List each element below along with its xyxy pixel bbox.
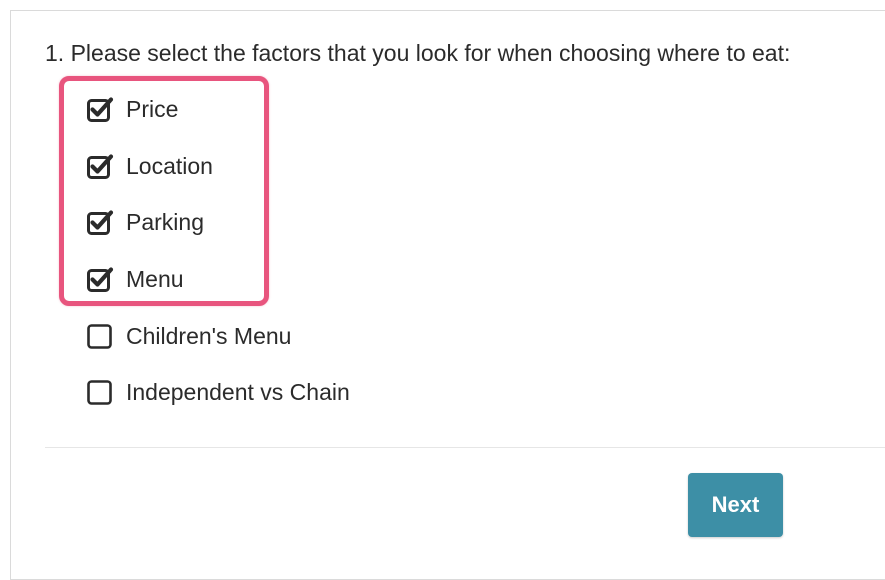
option-price[interactable]: Price [86, 90, 178, 128]
empty-square-icon[interactable] [86, 322, 114, 350]
option-label: Parking [126, 208, 204, 235]
option-label: Price [126, 95, 179, 122]
option-label: Independent vs Chain [126, 378, 350, 405]
checked-square-icon[interactable] [86, 152, 114, 180]
next-button[interactable]: Next [688, 473, 783, 537]
empty-square-icon[interactable] [86, 378, 114, 406]
checked-square-icon[interactable] [86, 208, 114, 236]
checked-square-icon[interactable] [86, 265, 114, 293]
option-location[interactable]: Location [86, 147, 213, 185]
option-label: Menu [126, 265, 184, 292]
question-text: 1. Please select the factors that you lo… [45, 40, 791, 66]
divider [45, 447, 885, 448]
option-menu[interactable]: Menu [86, 260, 184, 298]
option-label: Location [126, 152, 213, 179]
option-label: Children's Menu [126, 322, 292, 349]
option-parking[interactable]: Parking [86, 203, 204, 241]
option-independent-vs-chain[interactable]: Independent vs Chain [86, 373, 350, 411]
checked-square-icon[interactable] [86, 95, 114, 123]
option-childrens-menu[interactable]: Children's Menu [86, 317, 291, 355]
